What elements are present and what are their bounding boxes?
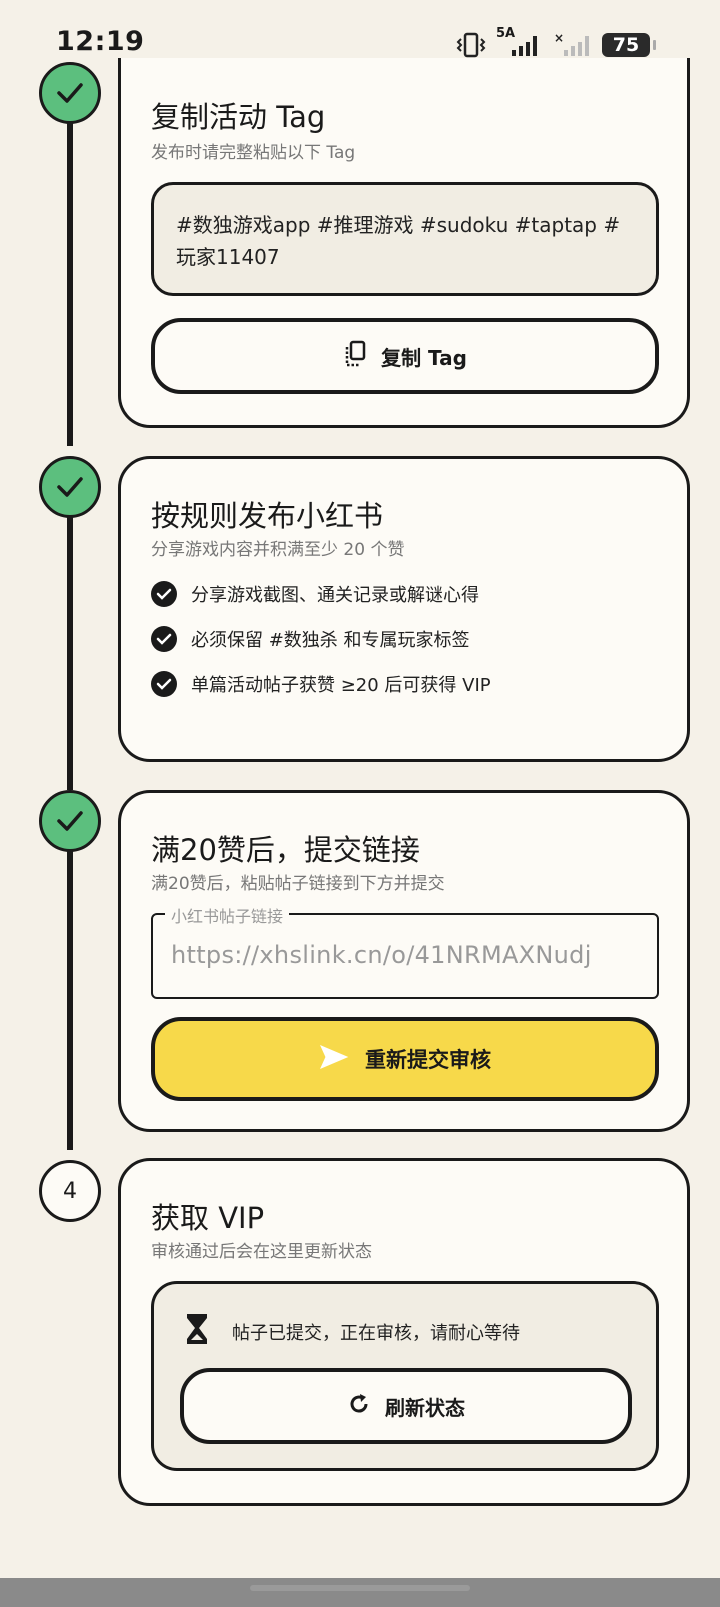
signal-off-icon: × [554,32,592,58]
copy-icon [343,340,367,373]
status-icons: 5A × 75 [456,26,656,60]
review-status-row: 帖子已提交，正在审核，请耐心等待 [184,1312,520,1351]
step-1-check-icon [39,62,101,124]
step-2-title: 按规则发布小红书 [151,499,384,533]
refresh-icon [347,1392,371,1421]
svg-text:×: × [554,32,564,45]
step-2-subtitle: 分享游戏内容并积满至少 20 个赞 [151,540,405,560]
step-2-check-icon [39,456,101,518]
refresh-status-button[interactable]: 刷新状态 [180,1368,632,1444]
rule-text: 单篇活动帖子获赞 ≥20 后可获得 VIP [191,675,491,696]
rule-text: 必须保留 #数独杀 和专属玩家标签 [191,630,470,651]
step-2-card: 按规则发布小红书 分享游戏内容并积满至少 20 个赞 分享游戏截图、通关记录或解… [118,456,690,762]
review-status-panel: 帖子已提交，正在审核，请耐心等待 刷新状态 [151,1281,659,1471]
send-icon [319,1044,349,1075]
step-3-check-icon [39,790,101,852]
timeline-line [67,120,73,446]
check-circle-icon [151,626,177,652]
timeline-line [67,838,73,1150]
timeline-line [67,508,73,790]
copy-tag-button[interactable]: 复制 Tag [151,318,659,394]
step-4-subtitle: 审核通过后会在这里更新状态 [151,1242,372,1262]
home-indicator[interactable] [250,1585,470,1591]
step-4-card: 获取 VIP 审核通过后会在这里更新状态 帖子已提交，正在审核，请耐心等待 刷新… [118,1158,690,1506]
rule-text: 分享游戏截图、通关记录或解谜心得 [191,585,479,606]
check-circle-icon [151,581,177,607]
network-label: 5A [496,26,516,41]
tag-text-box[interactable]: #数独游戏app #推理游戏 #sudoku #taptap #玩家11407 [151,182,659,296]
review-status-text: 帖子已提交，正在审核，请耐心等待 [232,1322,520,1344]
resubmit-review-button[interactable]: 重新提交审核 [151,1017,659,1101]
rule-item: 分享游戏截图、通关记录或解谜心得 [151,581,479,607]
status-time: 12:19 [56,26,145,57]
step-1-title: 复制活动 Tag [151,100,326,134]
resubmit-review-label: 重新提交审核 [365,1048,491,1072]
step-1-card: 复制活动 Tag 发布时请完整粘贴以下 Tag #数独游戏app #推理游戏 #… [118,58,690,428]
post-link-label: 小红书帖子链接 [165,903,290,927]
system-nav-bar [0,1578,720,1607]
rule-item: 单篇活动帖子获赞 ≥20 后可获得 VIP [151,671,491,697]
step-3-title: 满20赞后，提交链接 [151,833,420,867]
rule-item: 必须保留 #数独杀 和专属玩家标签 [151,626,470,652]
vibrate-icon [456,32,486,58]
copy-tag-label: 复制 Tag [381,345,467,370]
step-4-number: 4 [39,1160,101,1222]
battery-icon: 75 [602,33,656,57]
signal-icon: 5A [496,26,544,58]
step-1-subtitle: 发布时请完整粘贴以下 Tag [151,143,356,163]
step-4-title: 获取 VIP [151,1201,265,1235]
post-link-value[interactable]: https://xhslink.cn/o/41NRMAXNudj [171,941,592,969]
refresh-status-label: 刷新状态 [385,1395,465,1420]
step-3-subtitle: 满20赞后，粘贴帖子链接到下方并提交 [151,874,445,894]
check-circle-icon [151,671,177,697]
step-3-card: 满20赞后，提交链接 满20赞后，粘贴帖子链接到下方并提交 小红书帖子链接 ht… [118,790,690,1132]
post-link-field[interactable]: 小红书帖子链接 https://xhslink.cn/o/41NRMAXNudj [151,903,659,999]
hourglass-icon [184,1312,210,1351]
